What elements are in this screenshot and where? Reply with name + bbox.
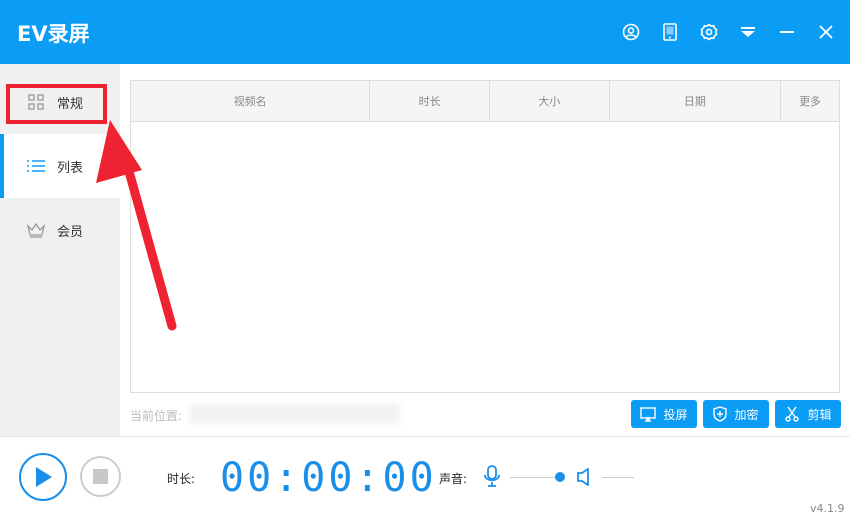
volume-slider-handle[interactable] — [555, 472, 565, 482]
speaker-slider[interactable] — [602, 477, 634, 478]
version-label: v4.1.9 — [810, 502, 845, 515]
edit-button[interactable]: 剪辑 — [775, 400, 841, 428]
encrypt-label: 加密 — [734, 407, 759, 422]
location-path[interactable] — [190, 404, 400, 424]
shield-icon — [713, 406, 728, 422]
volume-slider[interactable] — [510, 477, 560, 478]
edit-label: 剪辑 — [807, 407, 832, 422]
cast-label: 投屏 — [663, 407, 688, 422]
microphone-icon[interactable] — [484, 465, 500, 487]
stop-button[interactable] — [80, 456, 121, 497]
sound-label: 声音: — [439, 472, 468, 486]
cast-button[interactable]: 投屏 — [631, 400, 697, 428]
speaker-icon[interactable] — [576, 468, 592, 486]
timer-display: 00:00:00 — [220, 455, 437, 501]
stop-icon — [93, 469, 108, 484]
play-button[interactable] — [19, 453, 67, 501]
scissors-icon — [785, 406, 800, 422]
location-label: 当前位置: — [130, 409, 183, 423]
encrypt-button[interactable]: 加密 — [703, 400, 769, 428]
red-arrow — [96, 120, 177, 331]
cast-icon — [640, 406, 657, 422]
duration-label: 时长: — [167, 472, 196, 486]
play-icon — [36, 467, 52, 487]
